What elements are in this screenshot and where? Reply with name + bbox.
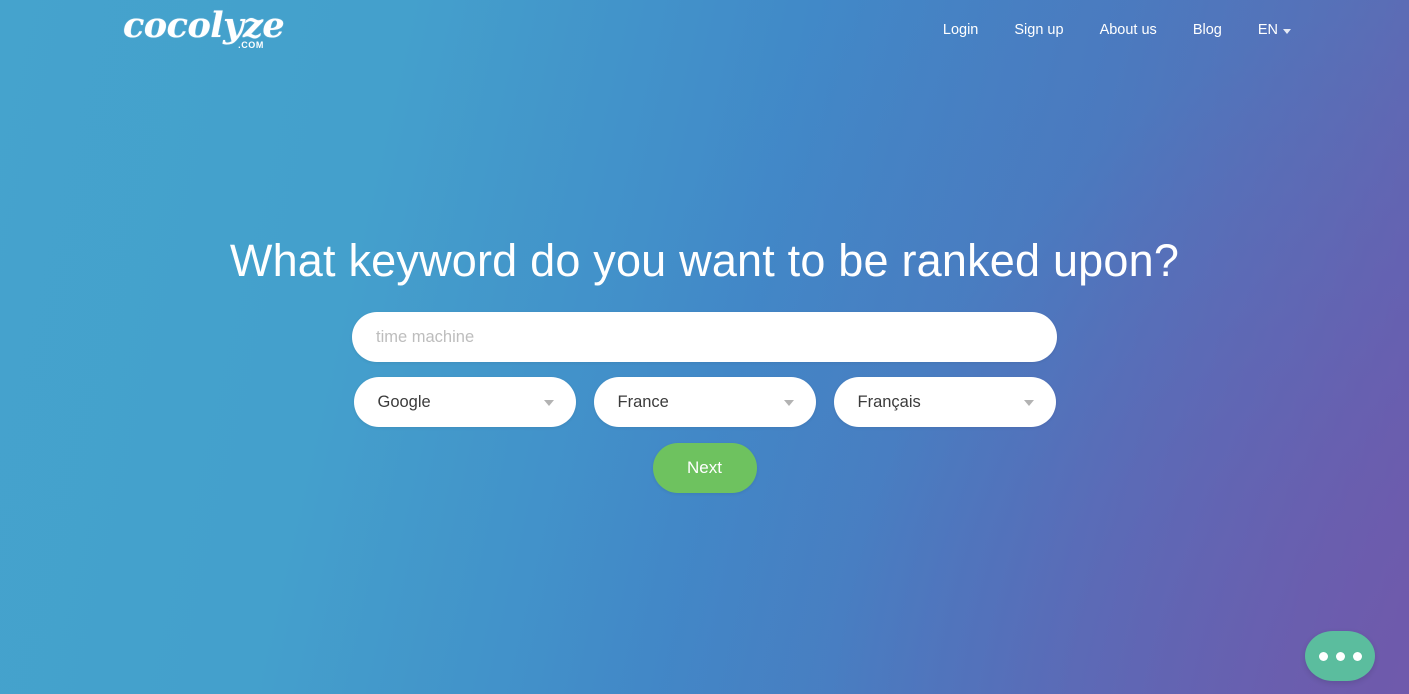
page-title: What keyword do you want to be ranked up…: [229, 235, 1180, 286]
hero-section: What keyword do you want to be ranked up…: [0, 0, 1409, 694]
chat-dot-1: [1318, 651, 1328, 661]
search-engine-select[interactable]: Google: [353, 377, 576, 427]
keyword-search-input[interactable]: [352, 312, 1057, 362]
chat-dot-2: [1335, 651, 1345, 661]
language-select-label: Français: [857, 392, 921, 411]
country-select[interactable]: France: [593, 377, 816, 427]
country-select-label: France: [617, 392, 669, 411]
language-select[interactable]: Français: [833, 377, 1056, 427]
next-button[interactable]: Next: [652, 443, 757, 493]
chat-dot-3: [1352, 651, 1362, 661]
chevron-down-icon: [783, 400, 794, 406]
filters-row: Google France Français: [353, 377, 1056, 427]
search-engine-select-label: Google: [377, 392, 431, 411]
chevron-down-icon: [543, 400, 554, 406]
chat-bubble-icon[interactable]: [1305, 631, 1375, 681]
search-row: [352, 312, 1057, 362]
chevron-down-icon: [1023, 400, 1034, 406]
